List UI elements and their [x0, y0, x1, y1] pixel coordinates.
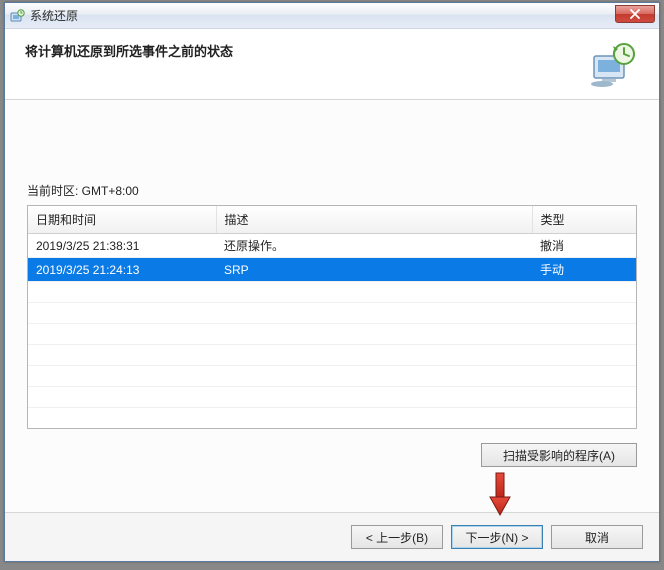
- cell-empty: [216, 366, 532, 387]
- cell-empty: [28, 324, 216, 345]
- cell-empty: [532, 345, 636, 366]
- cell-empty: [216, 408, 532, 429]
- cell-type: 撤消: [532, 234, 636, 258]
- cell-empty: [216, 387, 532, 408]
- table-row[interactable]: [28, 345, 636, 366]
- cell-empty: [532, 282, 636, 303]
- scan-affected-button[interactable]: 扫描受影响的程序(A): [481, 443, 637, 467]
- cell-empty: [216, 282, 532, 303]
- table-header-row: 日期和时间 描述 类型: [28, 206, 636, 234]
- wizard-heading: 将计算机还原到所选事件之前的状态: [25, 41, 587, 60]
- cell-empty: [532, 387, 636, 408]
- table-row[interactable]: [28, 282, 636, 303]
- table-row[interactable]: 2019/3/25 21:24:13SRP手动: [28, 258, 636, 282]
- wizard-header: 将计算机还原到所选事件之前的状态: [5, 29, 659, 100]
- titlebar: 系统还原: [5, 3, 659, 29]
- cell-empty: [28, 408, 216, 429]
- table-row[interactable]: [28, 366, 636, 387]
- table-row[interactable]: 2019/3/25 21:38:31还原操作。撤消: [28, 234, 636, 258]
- cell-empty: [216, 303, 532, 324]
- wizard-footer: < 上一步(B) 下一步(N) > 取消: [5, 512, 659, 561]
- cell-empty: [216, 324, 532, 345]
- table-row[interactable]: [28, 408, 636, 429]
- cell-empty: [532, 324, 636, 345]
- timezone-label: 当前时区: GMT+8:00: [27, 182, 637, 199]
- cell-empty: [532, 408, 636, 429]
- cell-empty: [532, 303, 636, 324]
- cell-description: 还原操作。: [216, 234, 532, 258]
- next-button[interactable]: 下一步(N) >: [451, 525, 543, 549]
- cell-type: 手动: [532, 258, 636, 282]
- restore-graphic-icon: [587, 41, 639, 89]
- wizard-content: 当前时区: GMT+8:00 日期和时间 描述 类型 2019/3/25 21:…: [5, 100, 659, 512]
- cell-empty: [28, 366, 216, 387]
- cell-empty: [28, 345, 216, 366]
- cell-datetime: 2019/3/25 21:38:31: [28, 234, 216, 258]
- table-row[interactable]: [28, 387, 636, 408]
- table-row[interactable]: [28, 303, 636, 324]
- cell-empty: [216, 345, 532, 366]
- cell-empty: [28, 282, 216, 303]
- table-row[interactable]: [28, 324, 636, 345]
- cancel-button[interactable]: 取消: [551, 525, 643, 549]
- system-restore-icon: [9, 8, 25, 24]
- back-button[interactable]: < 上一步(B): [351, 525, 443, 549]
- restore-points-table[interactable]: 日期和时间 描述 类型 2019/3/25 21:38:31还原操作。撤消201…: [27, 205, 637, 429]
- col-datetime[interactable]: 日期和时间: [28, 206, 216, 234]
- col-description[interactable]: 描述: [216, 206, 532, 234]
- system-restore-window: 系统还原 将计算机还原到所选事件之前的状态 当前时区: GMT+8:00: [4, 2, 660, 562]
- window-title: 系统还原: [30, 7, 78, 24]
- close-button[interactable]: [615, 5, 655, 23]
- col-type[interactable]: 类型: [532, 206, 636, 234]
- cell-description: SRP: [216, 258, 532, 282]
- cell-empty: [28, 387, 216, 408]
- cell-empty: [532, 366, 636, 387]
- cell-empty: [28, 303, 216, 324]
- cell-datetime: 2019/3/25 21:24:13: [28, 258, 216, 282]
